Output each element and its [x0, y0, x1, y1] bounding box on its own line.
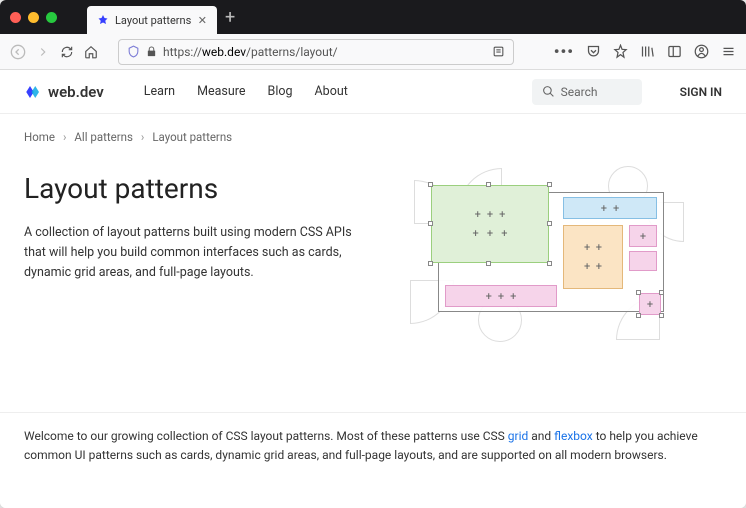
- home-button[interactable]: [84, 45, 98, 59]
- nav-learn[interactable]: Learn: [144, 84, 175, 99]
- breadcrumb-home[interactable]: Home: [24, 130, 55, 144]
- shield-icon: [127, 45, 140, 58]
- link-flexbox[interactable]: flexbox: [554, 429, 593, 443]
- search-icon: [542, 85, 555, 98]
- site-header: web.dev Learn Measure Blog About Search …: [0, 70, 746, 114]
- webdev-logo-icon: [24, 83, 42, 101]
- site-nav: Learn Measure Blog About: [144, 84, 348, 99]
- chevron-right-icon: ›: [63, 130, 66, 144]
- account-icon[interactable]: [694, 44, 709, 59]
- site-search[interactable]: Search: [532, 79, 642, 105]
- tab-close-button[interactable]: ✕: [198, 14, 207, 27]
- lock-icon: [146, 46, 157, 57]
- intro-section: Welcome to our growing collection of CSS…: [0, 412, 746, 465]
- tab-favicon: [97, 14, 109, 26]
- search-placeholder: Search: [561, 85, 598, 99]
- signin-button[interactable]: SIGN IN: [680, 85, 722, 99]
- reader-mode-icon[interactable]: [492, 45, 505, 58]
- breadcrumb-current: Layout patterns: [152, 130, 232, 144]
- pocket-icon[interactable]: [586, 44, 601, 59]
- intro-text: Welcome to our growing collection of CSS…: [24, 427, 722, 465]
- reload-button[interactable]: [60, 45, 74, 59]
- hero-illustration: +++ + + + ++ + ++ +: [418, 172, 678, 342]
- back-button[interactable]: [10, 44, 26, 60]
- nav-blog[interactable]: Blog: [268, 84, 293, 99]
- breadcrumb-all-patterns[interactable]: All patterns: [74, 130, 132, 144]
- window-minimize-button[interactable]: [28, 12, 39, 23]
- browser-toolbar: https://web.dev/patterns/layout/ •••: [0, 34, 746, 70]
- page-description: A collection of layout patterns built us…: [24, 223, 354, 283]
- window-close-button[interactable]: [10, 12, 21, 23]
- url-text: https://web.dev/patterns/layout/: [163, 45, 486, 59]
- sidebar-icon[interactable]: [667, 44, 682, 59]
- nav-measure[interactable]: Measure: [197, 84, 245, 99]
- browser-tab[interactable]: Layout patterns ✕: [87, 6, 217, 34]
- logo-text: web.dev: [48, 83, 104, 101]
- bookmark-star-icon[interactable]: [613, 44, 628, 59]
- nav-about[interactable]: About: [315, 84, 348, 99]
- menu-icon[interactable]: [721, 44, 736, 59]
- page-content: web.dev Learn Measure Blog About Search …: [0, 70, 746, 508]
- new-tab-button[interactable]: +: [225, 7, 235, 28]
- site-logo[interactable]: web.dev: [24, 83, 104, 101]
- window-titlebar: Layout patterns ✕ +: [0, 0, 746, 34]
- tab-title: Layout patterns: [115, 14, 191, 27]
- more-icon[interactable]: •••: [554, 42, 574, 61]
- url-bar[interactable]: https://web.dev/patterns/layout/: [118, 39, 514, 65]
- window-maximize-button[interactable]: [46, 12, 57, 23]
- link-grid[interactable]: grid: [508, 429, 529, 443]
- library-icon[interactable]: [640, 44, 655, 59]
- chevron-right-icon: ›: [141, 130, 144, 144]
- forward-button[interactable]: [36, 45, 50, 59]
- page-title: Layout patterns: [24, 172, 354, 205]
- breadcrumb: Home › All patterns › Layout patterns: [24, 130, 722, 144]
